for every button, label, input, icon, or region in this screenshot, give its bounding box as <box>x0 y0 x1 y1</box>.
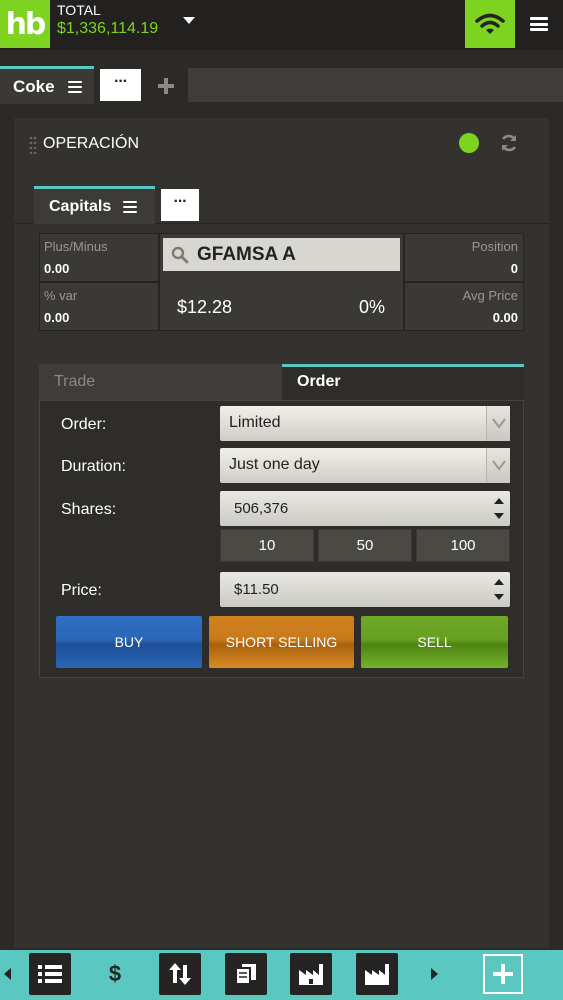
drag-handle-icon[interactable] <box>29 136 37 154</box>
tab-coke[interactable]: Coke <box>0 66 94 104</box>
plus-minus-cell: Plus/Minus 0.00 <box>40 234 158 281</box>
position-value: 0 <box>510 261 518 276</box>
tab-capitals-label: Capitals <box>49 197 112 215</box>
last-price: $12.28 <box>177 297 233 317</box>
chevron-down-icon[interactable] <box>486 406 510 441</box>
workspace-more-button[interactable]: ··· <box>100 69 141 101</box>
more-icon: ··· <box>114 73 128 90</box>
order-type-value: Limited <box>229 414 281 431</box>
app-root: hb TOTAL $1,336,114.19 Coke ··· OPERACIÓ… <box>0 0 563 1000</box>
tab-coke-label: Coke <box>13 76 55 96</box>
operation-panel: OPERACIÓN Capitals ··· Plus/Minus 0.00 %… <box>14 118 549 948</box>
logo-text: hb <box>5 6 47 42</box>
instrument-tab-row: Capitals ··· <box>14 186 549 224</box>
transfer-icon[interactable] <box>159 953 201 995</box>
add-tab-icon[interactable] <box>155 75 177 97</box>
short-selling-button[interactable]: SHORT SELLING <box>209 616 354 668</box>
hamburger-icon <box>530 17 548 31</box>
bottom-toolbar: $ <box>0 950 563 1000</box>
decrement-icon[interactable] <box>494 513 504 519</box>
connection-status-indicator <box>459 133 479 153</box>
factory-icon[interactable] <box>356 953 398 995</box>
shares-label: Shares: <box>61 501 117 518</box>
sell-button[interactable]: SELL <box>361 616 508 668</box>
scroll-left-icon[interactable] <box>4 968 11 980</box>
list-icon[interactable] <box>29 953 71 995</box>
tab-order-label: Order <box>297 373 341 390</box>
order-type-label: Order: <box>61 416 107 433</box>
order-tab-row: Trade Order <box>39 364 524 400</box>
symbol-value: GFAMSA A <box>197 243 296 265</box>
wifi-icon[interactable] <box>465 0 515 48</box>
shares-stepper[interactable]: 506,376 <box>220 491 510 526</box>
price-label: Price: <box>61 582 102 599</box>
position-cell: Position 0 <box>405 234 523 281</box>
pct-var-label: % var <box>44 288 78 303</box>
avg-price-cell: Avg Price 0.00 <box>405 283 523 330</box>
decrement-icon[interactable] <box>494 594 504 600</box>
increment-icon[interactable] <box>494 579 504 585</box>
quick-qty-50-button[interactable]: 50 <box>318 529 412 562</box>
more-icon: ··· <box>173 193 188 210</box>
panel-title: OPERACIÓN <box>43 135 140 152</box>
position-label: Position <box>471 239 518 254</box>
total-label: TOTAL <box>57 2 101 18</box>
quick-qty-10-button[interactable]: 10 <box>220 529 314 562</box>
refresh-icon[interactable] <box>499 133 519 153</box>
tab-menu-icon[interactable] <box>67 80 82 93</box>
documents-icon[interactable] <box>225 953 267 995</box>
buy-button[interactable]: BUY <box>56 616 202 668</box>
avg-price-value: 0.00 <box>492 310 518 325</box>
dollar-icon[interactable]: $ <box>94 953 136 995</box>
search-icon <box>171 246 189 263</box>
chevron-down-icon[interactable] <box>486 448 510 483</box>
avg-price-label: Avg Price <box>462 288 518 303</box>
factory-icon[interactable] <box>290 953 332 995</box>
pct-var-cell: % var 0.00 <box>40 283 158 330</box>
app-logo: hb <box>0 0 50 48</box>
quick-qty-100-button[interactable]: 100 <box>416 529 510 562</box>
quote-summary: Plus/Minus 0.00 % var 0.00 GFAMSA A $12.… <box>39 233 524 331</box>
total-value: $1,336,114.19 <box>57 20 159 37</box>
main-menu-button[interactable] <box>515 0 563 48</box>
price-value: $11.50 <box>234 581 279 598</box>
pct-var-value: 0.00 <box>44 310 70 325</box>
workspace-tab-row: Coke ··· <box>0 66 563 104</box>
instrument-more-button[interactable]: ··· <box>161 189 199 221</box>
symbol-search-field[interactable]: GFAMSA A <box>163 238 400 271</box>
change-percent: 0% <box>359 297 386 317</box>
dollar-glyph: $ <box>108 961 122 986</box>
plus-minus-value: 0.00 <box>44 261 70 276</box>
duration-select[interactable]: Just one day <box>220 448 510 483</box>
plus-minus-label: Plus/Minus <box>44 239 108 254</box>
price-stepper[interactable]: $11.50 <box>220 572 510 607</box>
chevron-down-icon[interactable] <box>183 17 195 24</box>
tab-trade-label: Trade <box>54 373 96 390</box>
increment-icon[interactable] <box>494 498 504 504</box>
scroll-right-icon[interactable] <box>431 968 438 980</box>
duration-value: Just one day <box>229 456 320 473</box>
tab-capitals[interactable]: Capitals <box>34 186 155 224</box>
order-form: Order: Limited Duration: Just one day Sh… <box>39 400 524 678</box>
shares-value: 506,376 <box>234 500 289 517</box>
tab-trade[interactable]: Trade <box>39 364 282 400</box>
wifi-glyph <box>475 13 505 34</box>
order-type-select[interactable]: Limited <box>220 406 510 441</box>
top-bar: hb TOTAL $1,336,114.19 <box>0 0 563 50</box>
tab-menu-icon[interactable] <box>123 200 138 213</box>
duration-label: Duration: <box>61 458 126 475</box>
add-icon[interactable] <box>483 954 523 994</box>
tab-strip-fill <box>188 68 563 102</box>
tab-order[interactable]: Order <box>282 364 524 400</box>
